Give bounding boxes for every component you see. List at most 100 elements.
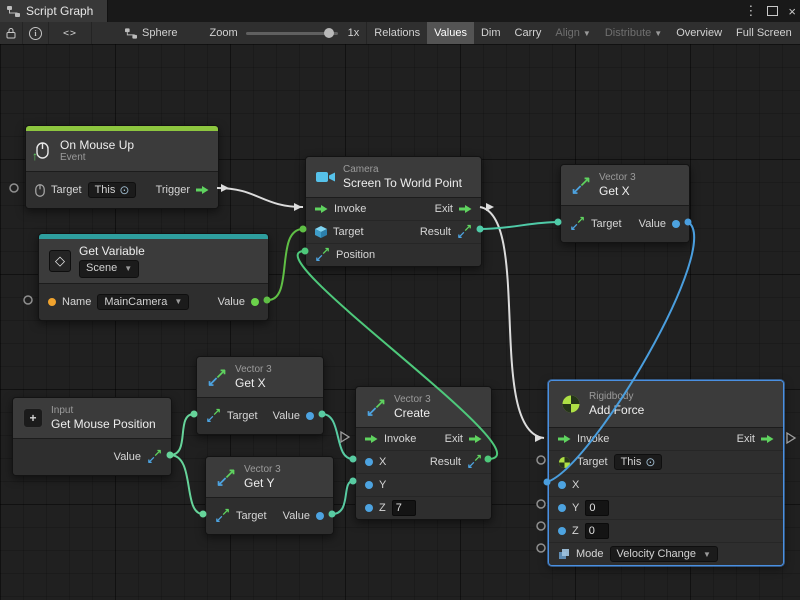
close-icon[interactable]: × — [788, 4, 796, 19]
chevron-down-icon: ▼ — [174, 297, 182, 306]
maximize-icon[interactable] — [767, 6, 778, 16]
variable-name-dropdown[interactable]: MainCamera ▼ — [97, 294, 189, 310]
wire-getx-to-create-x[interactable] — [322, 414, 353, 459]
wire-trigger-to-invoke[interactable] — [217, 188, 303, 207]
rigidbody-input-port[interactable] — [558, 456, 571, 469]
vector3-input-port[interactable]: ↗↙ — [206, 409, 221, 424]
exit-port-label: Exit — [445, 433, 463, 445]
flow-input-port[interactable] — [558, 434, 571, 444]
float-output-port[interactable] — [306, 412, 314, 420]
float-input-port[interactable] — [365, 504, 373, 512]
unconnected-port-socket[interactable] — [24, 296, 32, 304]
unconnected-flow-socket[interactable] — [787, 433, 795, 443]
float-input-port[interactable] — [558, 504, 566, 512]
flow-output-port[interactable] — [761, 434, 774, 444]
variable-scope-dropdown[interactable]: Scene ▼ — [79, 260, 139, 277]
node-vector3-create[interactable]: ↗↙ Vector 3 Create Invoke Exit X Result … — [355, 386, 492, 520]
vector3-output-port[interactable]: ↗↙ — [147, 450, 162, 465]
vector3-output-port[interactable]: ↗↙ — [457, 225, 472, 240]
relations-button[interactable]: Relations — [367, 22, 427, 44]
zoom-slider[interactable] — [246, 32, 338, 35]
wire-mousepos-to-getx[interactable] — [170, 414, 194, 455]
align-button[interactable]: Align▼ — [548, 22, 597, 44]
unconnected-port-socket[interactable] — [537, 544, 545, 552]
wire-mousepos-to-gety[interactable] — [170, 455, 203, 514]
value-port-label: Value — [639, 218, 666, 230]
flow-input-port[interactable] — [365, 434, 378, 444]
float-input-port[interactable] — [365, 481, 373, 489]
vector3-input-port[interactable]: ↗↙ — [570, 217, 585, 232]
values-button[interactable]: Values — [427, 22, 474, 44]
node-screen-to-world-point[interactable]: Camera Screen To World Point Invoke Exit… — [305, 156, 482, 267]
flow-output-port[interactable] — [459, 204, 472, 214]
unconnected-port-socket[interactable] — [10, 184, 18, 192]
dim-button[interactable]: Dim — [474, 22, 508, 44]
node-add-force[interactable]: Rigidbody Add Force Invoke Exit Target — [548, 380, 784, 566]
unconnected-port-socket[interactable] — [537, 500, 545, 508]
float-input-port[interactable] — [558, 527, 566, 535]
float-output-port[interactable] — [316, 512, 324, 520]
unconnected-port-socket[interactable] — [537, 456, 545, 464]
node-get-y[interactable]: ↗↙ Vector 3 Get Y ↗↙ Target Value — [205, 456, 334, 535]
flow-input-port[interactable] — [315, 204, 328, 214]
zoom-slider-handle[interactable] — [324, 28, 334, 38]
string-input-port[interactable] — [48, 298, 56, 306]
force-mode-dropdown[interactable]: Velocity Change ▼ — [610, 546, 718, 562]
wire-result-to-getx-target[interactable] — [480, 222, 558, 229]
node-title: Get Mouse Position — [51, 417, 156, 431]
object-output-port[interactable] — [251, 298, 259, 306]
window-menu-icon[interactable]: ⋮ — [744, 3, 757, 19]
node-on-mouse-up[interactable]: ↑ On Mouse Up Event Target This ⊙ Trigge… — [25, 125, 219, 209]
inspect-button[interactable]: i — [23, 22, 49, 44]
z-value-input[interactable] — [392, 500, 416, 516]
tab-title: Script Graph — [26, 4, 93, 18]
graph-icon — [7, 6, 20, 17]
z-port-label: Z — [572, 525, 579, 537]
flow-output-port[interactable] — [196, 185, 209, 195]
graph-canvas[interactable]: ↑ On Mouse Up Event Target This ⊙ Trigge… — [0, 44, 800, 600]
node-get-x-mid[interactable]: ↗↙ Vector 3 Get X ↗↙ Target Value — [196, 356, 324, 435]
flow-output-port[interactable] — [469, 434, 482, 444]
breadcrumb-graph[interactable]: Sphere — [118, 22, 184, 44]
graph-icon — [125, 28, 137, 39]
vector3-input-port[interactable]: ↗↙ — [215, 509, 230, 524]
code-preview-button[interactable]: <> — [49, 22, 92, 44]
node-get-mouse-position[interactable]: + Input Get Mouse Position Value ↗↙ — [12, 397, 172, 476]
float-input-port[interactable] — [558, 481, 566, 489]
vector3-icon: ↗↙ — [216, 467, 236, 487]
carry-button[interactable]: Carry — [508, 22, 549, 44]
variable-icon: ◇ — [49, 250, 71, 272]
vector3-input-port[interactable]: ↗↙ — [315, 248, 330, 263]
enum-input-port[interactable] — [558, 548, 570, 560]
float-input-port[interactable] — [365, 458, 373, 466]
vector3-output-port[interactable]: ↗↙ — [467, 455, 482, 470]
vector3-icon: ↗↙ — [571, 175, 591, 195]
node-get-x-top[interactable]: ↗↙ Vector 3 Get X ↗↙ Target Value — [560, 164, 690, 243]
variable-name-value: MainCamera — [104, 296, 167, 308]
node-title: Get Variable — [79, 244, 145, 258]
this-target-chip[interactable]: This ⊙ — [88, 182, 137, 198]
unconnected-flow-socket[interactable] — [341, 432, 349, 442]
this-target-chip[interactable]: This ⊙ — [614, 454, 663, 470]
node-title: Get Y — [244, 476, 281, 490]
target-port-label: Target — [51, 184, 82, 196]
gameobject-input-port[interactable] — [315, 226, 327, 238]
overview-button[interactable]: Overview — [669, 22, 729, 44]
float-output-port[interactable] — [672, 220, 680, 228]
wire-gety-to-create-y[interactable] — [332, 481, 353, 514]
node-title: Create — [394, 406, 431, 420]
lock-button[interactable] — [0, 22, 23, 44]
invoke-port-label: Invoke — [384, 433, 416, 445]
tab-script-graph[interactable]: Script Graph — [0, 0, 108, 22]
distribute-button[interactable]: Distribute▼ — [598, 22, 669, 44]
mouse-icon — [35, 184, 45, 197]
unconnected-port-socket[interactable] — [537, 522, 545, 530]
chevron-down-icon: ▼ — [124, 264, 132, 274]
node-get-variable[interactable]: ◇ Get Variable Scene ▼ Name MainCamera ▼ — [38, 233, 269, 321]
vector3-icon: ↗↙ — [366, 397, 386, 417]
y-value-input[interactable] — [585, 500, 609, 516]
target-port-label: Target — [227, 410, 258, 422]
full-screen-button[interactable]: Full Screen — [729, 22, 799, 44]
wire-variable-to-target[interactable] — [267, 229, 303, 300]
z-value-input[interactable] — [585, 523, 609, 539]
